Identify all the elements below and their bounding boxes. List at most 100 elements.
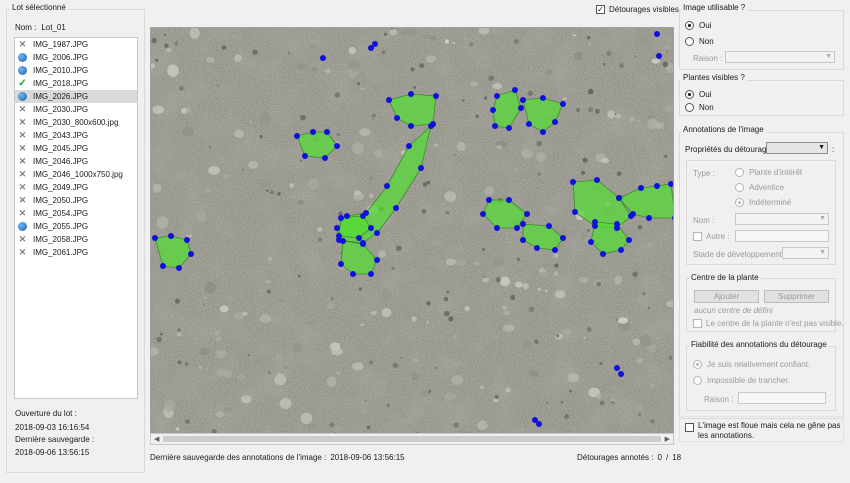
blurry-checkbox[interactable] bbox=[685, 423, 694, 432]
outline-vertex[interactable] bbox=[168, 233, 174, 239]
outline-vertex[interactable] bbox=[338, 261, 344, 267]
outline-props-combo[interactable]: ▼ bbox=[766, 142, 828, 154]
plants-no-row[interactable]: Non bbox=[685, 103, 714, 112]
outline-vertex[interactable] bbox=[588, 239, 594, 245]
file-list-item[interactable]: IMG_2010.JPG bbox=[15, 64, 137, 77]
growth-stage-combo[interactable]: ▼ bbox=[782, 247, 829, 259]
file-list-item[interactable]: ✕ IMG_2030_800x600.jpg bbox=[15, 116, 137, 129]
outline-vertex[interactable] bbox=[356, 235, 362, 241]
outline-vertex[interactable] bbox=[433, 93, 439, 99]
outline-vertex[interactable] bbox=[486, 197, 492, 203]
outline-vertex[interactable] bbox=[560, 235, 566, 241]
plants-yes-radio[interactable] bbox=[685, 90, 694, 99]
outline-vertex[interactable] bbox=[512, 87, 518, 93]
outline-vertex[interactable] bbox=[294, 133, 300, 139]
scroll-right-icon[interactable]: ▶ bbox=[665, 435, 670, 443]
outline-vertex[interactable] bbox=[386, 97, 392, 103]
outline-vertex[interactable] bbox=[594, 177, 600, 183]
file-list-item[interactable]: ✕ IMG_2043.JPG bbox=[15, 129, 137, 142]
file-list-item[interactable]: ✕ IMG_2054.JPG bbox=[15, 207, 137, 220]
outline-vertex[interactable] bbox=[626, 237, 632, 243]
outline-vertex[interactable] bbox=[656, 53, 662, 59]
show-outlines-row[interactable]: ✓ Détourages visibles bbox=[596, 5, 679, 14]
center-not-visible-checkbox[interactable] bbox=[693, 319, 702, 328]
outline-vertex[interactable] bbox=[524, 211, 530, 217]
undecidable-row[interactable]: Impossible de trancher. bbox=[693, 376, 790, 385]
other-checkbox[interactable] bbox=[693, 232, 702, 241]
file-list-item[interactable]: IMG_2055.JPG bbox=[15, 220, 137, 233]
file-list-item[interactable]: ✕ IMG_2045.JPG bbox=[15, 142, 137, 155]
outline-vertex[interactable] bbox=[506, 197, 512, 203]
outline-vertex[interactable] bbox=[646, 215, 652, 221]
image-viewport[interactable] bbox=[150, 27, 674, 445]
annotated-image[interactable] bbox=[151, 28, 674, 445]
outline-vertex[interactable] bbox=[494, 93, 500, 99]
outline-vertex[interactable] bbox=[520, 97, 526, 103]
type-option-row-2[interactable]: Indéterminé bbox=[735, 198, 791, 207]
outline-vertex[interactable] bbox=[430, 121, 436, 127]
outline-vertex[interactable] bbox=[592, 219, 598, 225]
type-radio-undetermined[interactable] bbox=[735, 198, 744, 207]
outline-vertex[interactable] bbox=[160, 263, 166, 269]
type-option-row-0[interactable]: Plante d'intérêt bbox=[735, 168, 802, 177]
blurry-row[interactable]: L'image est floue mais cela ne gêne pas … bbox=[685, 421, 846, 441]
outline-vertex[interactable] bbox=[368, 271, 374, 277]
outline-vertex[interactable] bbox=[618, 371, 624, 377]
show-outlines-checkbox[interactable]: ✓ bbox=[596, 5, 605, 14]
outline-vertex[interactable] bbox=[600, 251, 606, 257]
outline-vertex[interactable] bbox=[614, 221, 620, 227]
outline-vertex[interactable] bbox=[534, 245, 540, 251]
outline-vertex[interactable] bbox=[184, 237, 190, 243]
outline-vertex[interactable] bbox=[520, 237, 526, 243]
outline-vertex[interactable] bbox=[394, 115, 400, 121]
outline-vertex[interactable] bbox=[506, 125, 512, 131]
scroll-left-icon[interactable]: ◀ bbox=[154, 435, 159, 443]
undecidable-radio[interactable] bbox=[693, 376, 702, 385]
usable-yes-row[interactable]: Oui bbox=[685, 21, 711, 30]
file-list-item[interactable]: ✕ IMG_2049.JPG bbox=[15, 181, 137, 194]
outline-vertex[interactable] bbox=[334, 225, 340, 231]
type-radio-weed[interactable] bbox=[735, 183, 744, 192]
center-not-visible-row[interactable]: Le centre de la plante n'est pas visible… bbox=[693, 319, 844, 328]
plants-yes-row[interactable]: Oui bbox=[685, 90, 711, 99]
confident-row[interactable]: Je suis relativement confiant. bbox=[693, 360, 810, 369]
outline-vertex[interactable] bbox=[368, 225, 374, 231]
outline-vertex[interactable] bbox=[360, 241, 366, 247]
outline-vertex[interactable] bbox=[638, 185, 644, 191]
file-list-item[interactable]: IMG_2026.JPG bbox=[15, 90, 137, 103]
outline-vertex[interactable] bbox=[384, 183, 390, 189]
outline-vertex[interactable] bbox=[526, 121, 532, 127]
outline-vertex[interactable] bbox=[654, 31, 660, 37]
outline-vertex[interactable] bbox=[494, 225, 500, 231]
outline-vertex[interactable] bbox=[492, 123, 498, 129]
outline-vertex[interactable] bbox=[360, 213, 366, 219]
file-list-item[interactable]: ✕ IMG_2030.JPG bbox=[15, 103, 137, 116]
outline-vertex[interactable] bbox=[418, 165, 424, 171]
usable-reason-combo[interactable]: ▼ bbox=[725, 51, 835, 63]
outline-vertex[interactable] bbox=[302, 153, 308, 159]
file-list[interactable]: ✕ IMG_1987.JPG IMG_2006.JPG IMG_2010.JPG ✓ IM… bbox=[14, 37, 138, 399]
outline-vertex[interactable] bbox=[374, 230, 380, 236]
outline-vertex[interactable] bbox=[152, 235, 158, 241]
outline-vertex[interactable] bbox=[540, 95, 546, 101]
outline-vertex[interactable] bbox=[616, 195, 622, 201]
outline-vertex[interactable] bbox=[406, 143, 412, 149]
file-list-item[interactable]: ✕ IMG_2050.JPG bbox=[15, 194, 137, 207]
outline-vertex[interactable] bbox=[334, 143, 340, 149]
outline-vertex[interactable] bbox=[322, 155, 328, 161]
image-horizontal-scrollbar[interactable]: ◀ ▶ bbox=[150, 433, 674, 445]
usable-no-radio[interactable] bbox=[685, 37, 694, 46]
outline-vertex[interactable] bbox=[336, 233, 342, 239]
file-list-item[interactable]: IMG_2006.JPG bbox=[15, 51, 137, 64]
outline-vertex[interactable] bbox=[340, 238, 346, 244]
outline-vertex[interactable] bbox=[618, 247, 624, 253]
outline-vertex[interactable] bbox=[536, 421, 542, 427]
file-list-item[interactable]: ✕ IMG_1987.JPG bbox=[15, 38, 137, 51]
outline-vertex[interactable] bbox=[490, 107, 496, 113]
outline-vertex[interactable] bbox=[514, 225, 520, 231]
scrollbar-thumb[interactable] bbox=[163, 436, 661, 442]
usable-no-row[interactable]: Non bbox=[685, 37, 714, 46]
outline-vertex[interactable] bbox=[310, 129, 316, 135]
outline-vertex[interactable] bbox=[338, 215, 344, 221]
outline-vertex[interactable] bbox=[614, 365, 620, 371]
